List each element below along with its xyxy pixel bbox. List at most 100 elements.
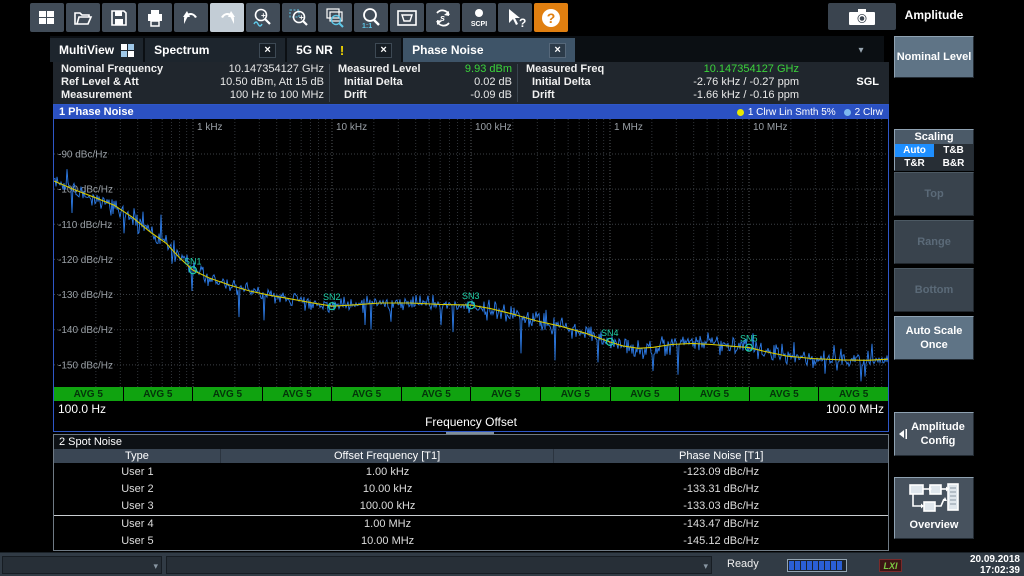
overview-label: Overview bbox=[910, 518, 959, 532]
zoom-area-icon[interactable]: + bbox=[282, 3, 316, 32]
table-cell: -123.09 dBc/Hz bbox=[554, 463, 888, 480]
tab-5gnr[interactable]: 5G NR ! × bbox=[287, 38, 401, 62]
context-help-icon[interactable]: ? bbox=[498, 3, 532, 32]
close-icon[interactable]: × bbox=[549, 43, 566, 58]
progress-segment bbox=[813, 561, 818, 570]
range-button: Range bbox=[894, 220, 974, 264]
info-label: Drift bbox=[526, 89, 555, 102]
info-value: 100 Hz to 100 MHz bbox=[230, 89, 324, 102]
tab-phase-noise[interactable]: Phase Noise × bbox=[403, 38, 575, 62]
print-icon[interactable] bbox=[138, 3, 172, 32]
undo-icon[interactable] bbox=[174, 3, 208, 32]
svg-text:1 kHz: 1 kHz bbox=[197, 122, 223, 133]
zoom-trace-icon[interactable]: + bbox=[246, 3, 280, 32]
overview-button[interactable]: Overview bbox=[894, 477, 974, 539]
table-cell: 100.00 kHz bbox=[221, 498, 555, 515]
avg-segment: AVG 5 bbox=[193, 387, 262, 401]
tab-spectrum-label: Spectrum bbox=[154, 43, 209, 57]
scaling-option-auto[interactable]: Auto bbox=[895, 144, 934, 157]
marker-label: SN1 bbox=[184, 256, 202, 266]
datetime-display: 20.09.2018 17:02:39 bbox=[970, 554, 1020, 576]
info-value: 10.147354127 GHz bbox=[229, 63, 324, 76]
trace1-color-dot bbox=[737, 109, 744, 116]
status-dropdown-2[interactable]: ▾ bbox=[166, 556, 712, 574]
progress-segment bbox=[801, 561, 806, 570]
info-label: Initial Delta bbox=[526, 76, 591, 89]
trace-legend: 1 Clrw Lin Smth 5% 2 Clrw bbox=[737, 107, 883, 118]
scaling-option-tr[interactable]: T&R bbox=[895, 157, 934, 170]
overview-icon bbox=[908, 483, 960, 515]
table-cell: 1.00 MHz bbox=[221, 516, 555, 532]
info-label: Initial Delta bbox=[338, 76, 403, 89]
continuous-sweep-icon[interactable]: s bbox=[426, 3, 460, 32]
table-cell: -145.12 dBc/Hz bbox=[554, 533, 888, 550]
window-title: 1 Phase Noise bbox=[59, 106, 134, 118]
column-header-offset: Offset Frequency [T1] bbox=[221, 449, 555, 463]
chevron-down-icon: ▾ bbox=[153, 561, 158, 572]
tab-bar: MultiView Spectrum × 5G NR ! × Phase Noi… bbox=[50, 36, 884, 62]
table-row[interactable]: User 11.00 kHz-123.09 dBc/Hz bbox=[54, 463, 888, 480]
marker-label: SN5 bbox=[740, 334, 758, 344]
info-label: Measurement bbox=[61, 89, 132, 102]
info-label: Nominal Frequency bbox=[61, 63, 163, 76]
table-cell: User 5 bbox=[54, 533, 221, 550]
svg-text:+: + bbox=[299, 13, 304, 22]
scaling-option-br[interactable]: B&R bbox=[934, 157, 973, 170]
table-cell: User 1 bbox=[54, 463, 221, 480]
info-label: Measured Level bbox=[338, 63, 421, 76]
svg-text:-130 dBc/Hz: -130 dBc/Hz bbox=[58, 290, 113, 301]
marker-label: SN4 bbox=[601, 328, 619, 338]
status-date: 20.09.2018 bbox=[970, 554, 1020, 565]
save-icon[interactable] bbox=[102, 3, 136, 32]
redo-icon[interactable] bbox=[210, 3, 244, 32]
close-icon[interactable]: × bbox=[259, 43, 276, 58]
avg-segment: AVG 5 bbox=[332, 387, 401, 401]
spot-noise-window[interactable]: 2 Spot Noise Type Offset Frequency [T1] … bbox=[53, 434, 889, 551]
svg-text:1:1: 1:1 bbox=[362, 23, 372, 29]
progress-segment bbox=[795, 561, 800, 570]
svg-text:100 kHz: 100 kHz bbox=[475, 122, 512, 133]
column-header-type: Type bbox=[54, 449, 221, 463]
table-row[interactable]: User 3100.00 kHz-133.03 dBc/Hz bbox=[54, 498, 888, 515]
display-icon[interactable] bbox=[390, 3, 424, 32]
x-axis-strip: 100.0 Hz 100.0 MHz Frequency Offset bbox=[54, 401, 888, 431]
auto-scale-once-button[interactable]: Auto Scale Once bbox=[894, 316, 974, 360]
status-dropdown-1[interactable]: ▾ bbox=[2, 556, 162, 574]
single-sweep-badge: SGL bbox=[856, 76, 879, 88]
nominal-level-button[interactable]: Nominal Level bbox=[894, 36, 974, 78]
svg-text:?: ? bbox=[519, 16, 526, 29]
info-value: 0.02 dB bbox=[474, 76, 512, 89]
info-value: -2.76 kHz / -0.27 ppm bbox=[693, 76, 799, 89]
scpi-icon[interactable]: SCPI bbox=[462, 3, 496, 32]
spot-noise-tbody: User 11.00 kHz-123.09 dBc/HzUser 210.00 … bbox=[54, 463, 888, 550]
tab-multiview[interactable]: MultiView bbox=[50, 38, 143, 62]
amplitude-config-button[interactable]: Amplitude Config bbox=[894, 412, 974, 456]
progress-segment bbox=[789, 561, 794, 570]
x-axis-start: 100.0 Hz bbox=[58, 402, 106, 416]
chevron-down-icon[interactable]: ▾ bbox=[852, 42, 870, 58]
avg-segment: AVG 5 bbox=[750, 387, 819, 401]
phase-noise-plot[interactable]: -90 dBc/Hz-100 dBc/Hz-110 dBc/Hz-120 dBc… bbox=[54, 119, 888, 387]
scaling-option-tb[interactable]: T&B bbox=[934, 144, 973, 157]
zoom-1to1-icon[interactable]: 1:1 bbox=[354, 3, 388, 32]
average-count-bar: AVG 5AVG 5AVG 5AVG 5AVG 5AVG 5AVG 5AVG 5… bbox=[54, 387, 888, 401]
table-row[interactable]: User 210.00 kHz-133.31 dBc/Hz bbox=[54, 480, 888, 497]
windows-icon[interactable] bbox=[30, 3, 64, 32]
info-col-nominal: Nominal Frequency 10.147354127 GHz Ref Le… bbox=[53, 62, 330, 104]
phase-noise-window[interactable]: 1 Phase Noise 1 Clrw Lin Smth 5% 2 Clrw … bbox=[53, 104, 889, 432]
close-icon[interactable]: × bbox=[375, 43, 392, 58]
table-row[interactable]: User 41.00 MHz-143.47 dBc/Hz bbox=[54, 515, 888, 532]
tab-spectrum[interactable]: Spectrum × bbox=[145, 38, 285, 62]
table-cell: 10.00 MHz bbox=[221, 533, 555, 550]
table-row[interactable]: User 510.00 MHz-145.12 dBc/Hz bbox=[54, 533, 888, 550]
window-header[interactable]: 1 Phase Noise 1 Clrw Lin Smth 5% 2 Clrw bbox=[54, 105, 888, 119]
info-value: -0.09 dB bbox=[470, 89, 512, 102]
avg-segment: AVG 5 bbox=[54, 387, 123, 401]
help-icon[interactable]: ? bbox=[534, 3, 568, 32]
avg-segment: AVG 5 bbox=[541, 387, 610, 401]
open-icon[interactable] bbox=[66, 3, 100, 32]
info-label: Ref Level & Att bbox=[61, 76, 139, 89]
svg-text:s: s bbox=[440, 13, 445, 23]
bottom-button: Bottom bbox=[894, 268, 974, 312]
zoom-multi-icon[interactable] bbox=[318, 3, 352, 32]
